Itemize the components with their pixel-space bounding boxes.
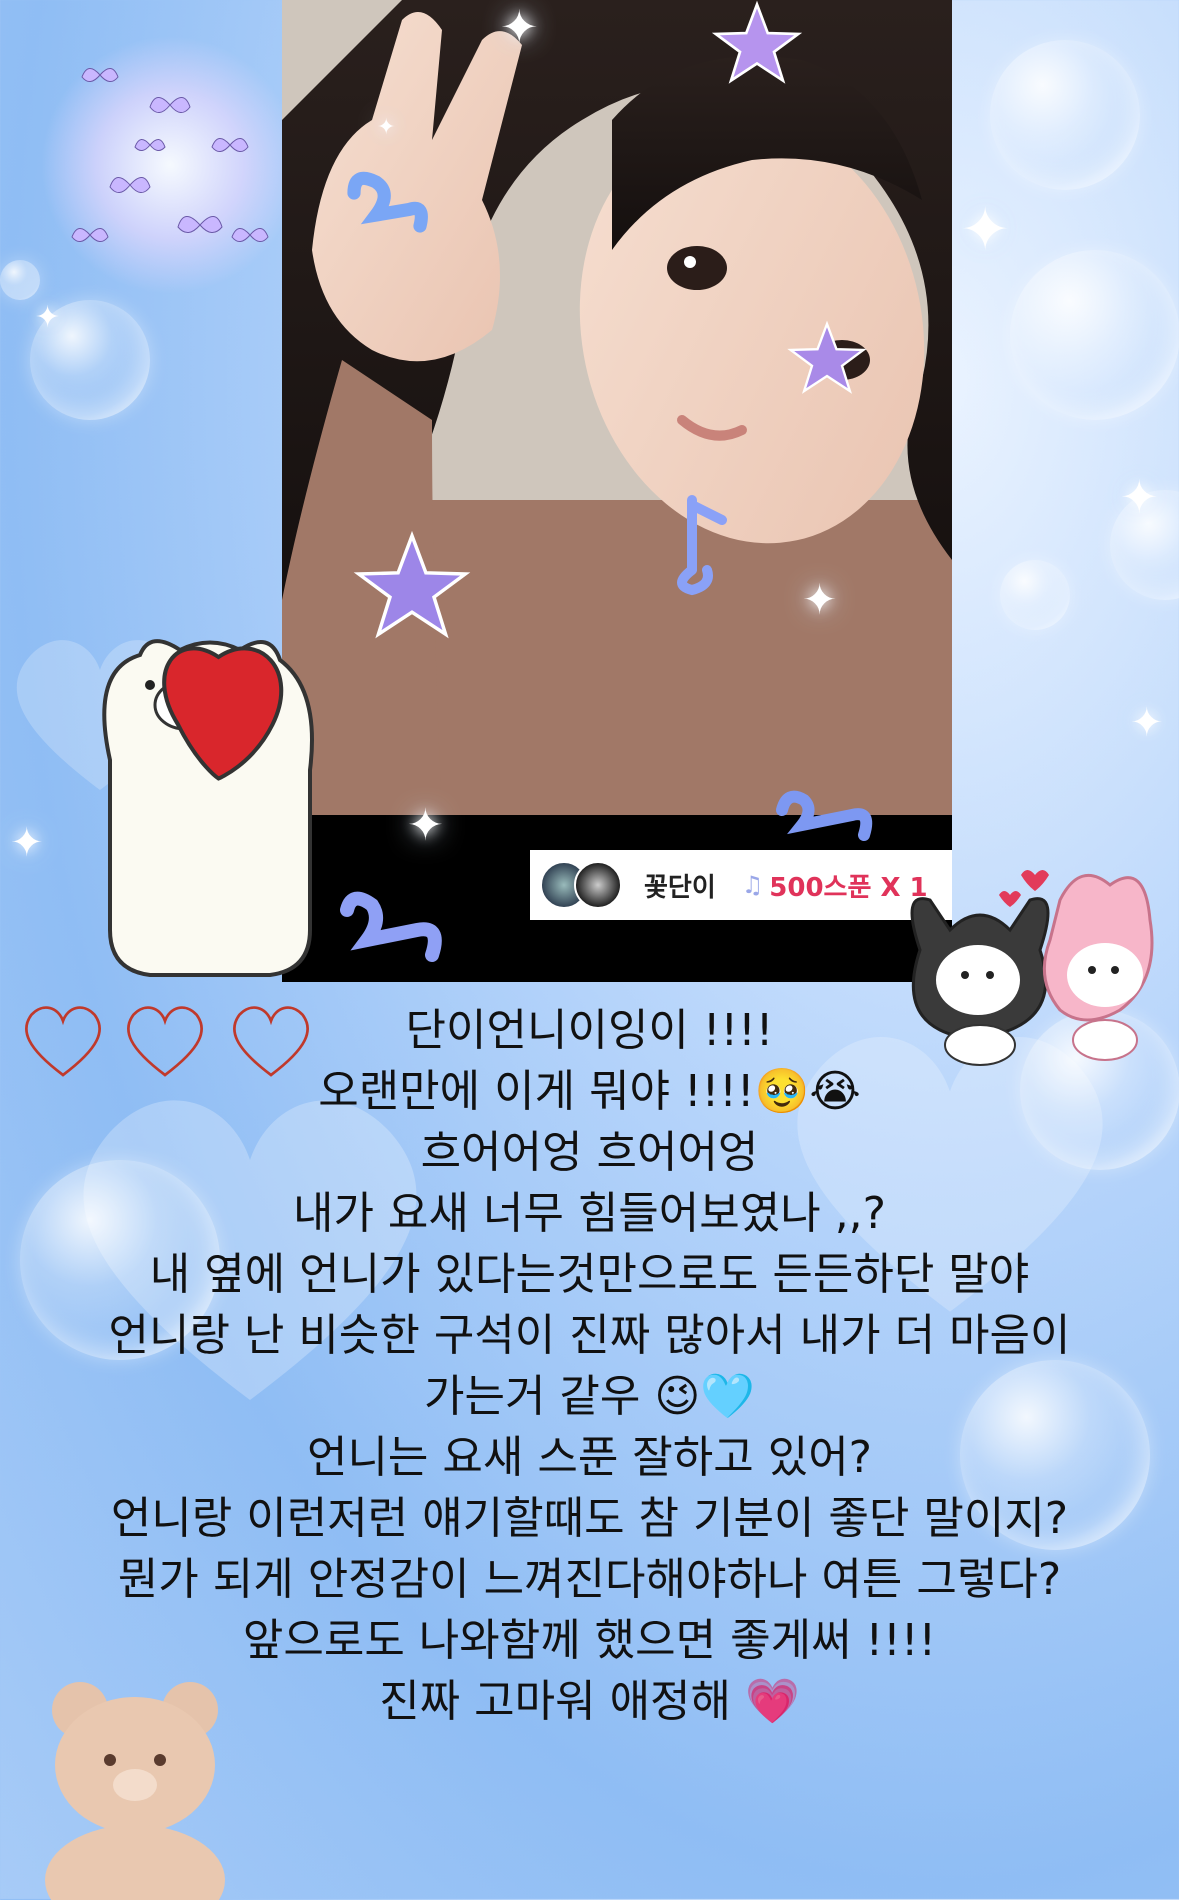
music-note-sticker-icon: [347, 171, 428, 233]
sparkle-icon: ✦: [802, 575, 838, 624]
sparkle-icon: ✦: [35, 300, 61, 335]
selfie-photo: ✦ ✦ ✦: [282, 0, 952, 815]
message-line: 단이언니이잉이 !!!!: [405, 1005, 774, 1056]
message-line: 뭔가 되게 안정감이 느껴진다해야하나 여튼 그렇다?: [117, 1554, 1062, 1605]
sparkle-icon: ✦: [407, 800, 444, 851]
message-line: 내가 요새 너무 힘들어보였나 ,,?: [292, 1188, 887, 1239]
message-line: 언니랑 난 비슷한 구석이 진짜 많아서 내가 더 마음이: [108, 1310, 1071, 1361]
message-line: 앞으로도 나와함께 했으면 좋게써 !!!!: [242, 1615, 937, 1666]
message-line: 가는거 같우 😉🩵: [423, 1371, 756, 1422]
sparkle-icon: ✦: [1130, 700, 1164, 746]
sparkle-icon: ✦: [10, 820, 44, 866]
sparkle-icon: ✦: [960, 195, 1011, 265]
message-line: 흐어어엉 흐어어엉: [420, 1127, 759, 1178]
sparkle-icon: ✦: [377, 115, 396, 140]
message-line: 언니는 요새 스푼 잘하고 있어?: [306, 1432, 873, 1483]
sparkle-icon: ✦: [1120, 470, 1159, 524]
message-line: 내 옆에 언니가 있다는것만으로도 든든하단 말야: [149, 1249, 1030, 1300]
photo-card: ✦ ✦ ✦ ✦: [282, 0, 952, 982]
music-note-sticker-icon: [340, 891, 442, 962]
message-line: 오랜만에 이게 뭐야 !!!!🥹😭: [318, 1066, 861, 1117]
bubble-decoration: [1010, 250, 1179, 420]
bubble-decoration: [1000, 560, 1070, 630]
bubble-decoration: [0, 260, 40, 300]
message-text: 단이언니이잉이 !!!! 오랜만에 이게 뭐야 !!!!🥹😭 흐어어엉 흐어어엉…: [0, 1000, 1179, 1732]
star-sticker-icon: [787, 320, 867, 394]
butterfly-cluster-icon: [40, 35, 300, 295]
music-note-sticker-icon: [776, 790, 873, 841]
bubble-decoration: [990, 40, 1140, 190]
music-note-sticker-icon: [677, 495, 727, 596]
polar-bear-heart-sticker: [102, 639, 314, 977]
music-note-icon: ♫: [741, 871, 764, 899]
message-line: 언니랑 이런저런 얘기할때도 참 기분이 좋단 말이지?: [110, 1493, 1069, 1544]
gift-sender-name: 꽃단이: [644, 872, 716, 903]
star-sticker-icon: [712, 0, 802, 84]
avatar: [574, 861, 622, 909]
sparkle-icon: ✦: [500, 0, 539, 54]
message-line: 진짜 고마워 애정해 💗: [379, 1676, 800, 1727]
star-sticker-icon: [353, 530, 471, 639]
